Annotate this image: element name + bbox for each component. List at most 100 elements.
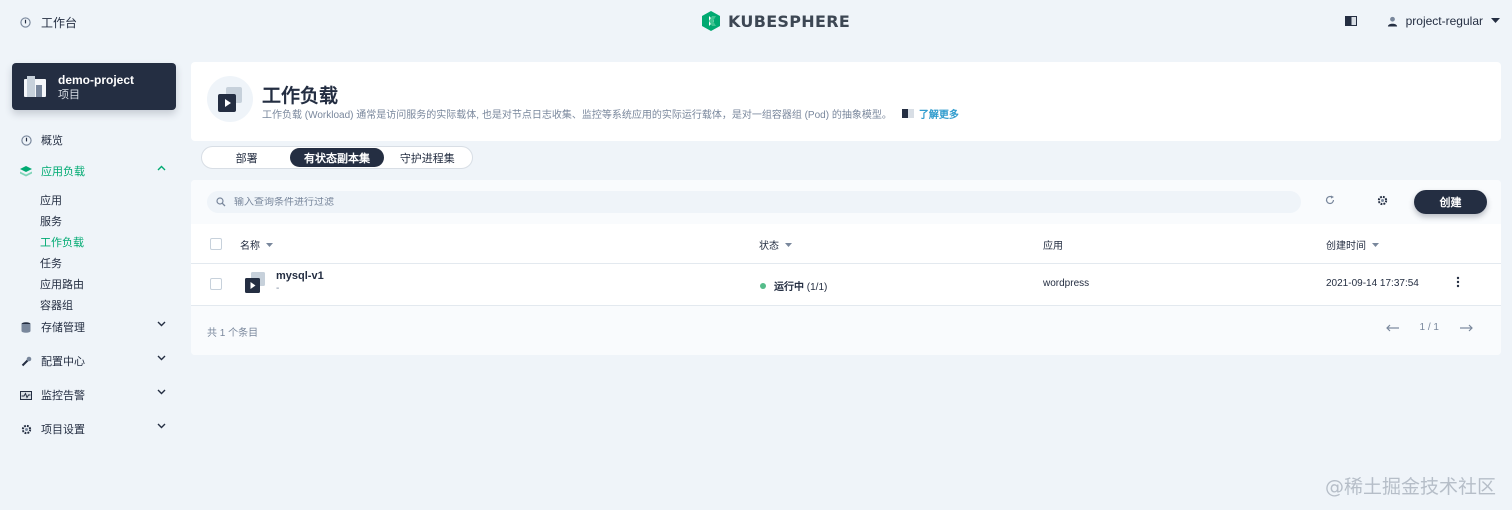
table-header: 名称 状态 应用 创建时间 bbox=[191, 224, 1501, 264]
project-icon bbox=[24, 75, 46, 97]
nav-label-monitoring: 监控告警 bbox=[41, 390, 85, 402]
column-label-status: 状态 bbox=[759, 241, 779, 252]
watermark: @稀土掘金技术社区 bbox=[1324, 476, 1496, 498]
storage-icon bbox=[21, 321, 31, 333]
sidebar-item-routes[interactable]: 应用路由 bbox=[40, 273, 170, 294]
column-label-app: 应用 bbox=[1043, 241, 1063, 252]
book-icon bbox=[901, 109, 914, 118]
toolbox-icon[interactable] bbox=[1344, 16, 1357, 26]
chevron-down-icon bbox=[157, 355, 166, 361]
next-page-button[interactable] bbox=[1459, 324, 1473, 332]
sidebar-subnav: 应用 服务 工作负载 任务 应用路由 容器组 bbox=[20, 189, 170, 315]
workload-type-tabs: 部署 有状态副本集 守护进程集 bbox=[201, 146, 473, 169]
status-badge: 运行中 (1/1) bbox=[760, 278, 827, 293]
search-bar[interactable] bbox=[207, 191, 1301, 213]
nav-item-monitoring[interactable]: 监控告警 bbox=[20, 383, 170, 407]
workload-table-panel: 创建 名称 状态 应用 创建时间 mysql-v1 bbox=[191, 180, 1501, 355]
row-checkbox[interactable] bbox=[210, 278, 222, 290]
workload-name-cell[interactable]: mysql-v1 - bbox=[243, 269, 324, 295]
nav-item-storage[interactable]: 存储管理 bbox=[20, 315, 170, 339]
workload-icon bbox=[245, 272, 265, 293]
nav-item-settings[interactable]: 项目设置 bbox=[20, 417, 170, 441]
learn-more-link[interactable]: 了解更多 bbox=[901, 106, 959, 121]
nav-label-config: 配置中心 bbox=[41, 356, 85, 368]
sidebar-item-pods[interactable]: 容器组 bbox=[40, 294, 170, 315]
kubesphere-logo[interactable]: KUBESPHERE bbox=[700, 10, 850, 32]
column-label-created: 创建时间 bbox=[1326, 241, 1366, 252]
column-header-created[interactable]: 创建时间 bbox=[1326, 237, 1379, 252]
page-description: 工作负载 (Workload) 通常是访问服务的实际载体, 也是对节点日志收集、… bbox=[262, 110, 892, 121]
tab-statefulsets[interactable]: 有状态副本集 bbox=[290, 148, 384, 167]
refresh-icon[interactable] bbox=[1325, 195, 1335, 205]
kubesphere-logo-icon bbox=[702, 11, 720, 31]
column-label-name: 名称 bbox=[240, 241, 260, 252]
pagination: 1 / 1 bbox=[1385, 322, 1473, 333]
chevron-down-icon bbox=[157, 423, 166, 429]
table-footer: 共 1 个条目 1 / 1 bbox=[191, 306, 1501, 355]
tab-daemonsets[interactable]: 守护进程集 bbox=[384, 148, 471, 167]
project-selector[interactable]: demo-project 项目 bbox=[12, 63, 176, 110]
settings-gear-icon[interactable] bbox=[1377, 195, 1388, 206]
column-header-name[interactable]: 名称 bbox=[240, 237, 273, 252]
page-indicator: 1 / 1 bbox=[1419, 322, 1439, 333]
page-header: 工作负载 工作负载 (Workload) 通常是访问服务的实际载体, 也是对节点… bbox=[191, 62, 1501, 141]
nav-item-overview[interactable]: 概览 bbox=[20, 128, 170, 152]
column-header-app: 应用 bbox=[1043, 237, 1063, 252]
page-title: 工作负载 bbox=[262, 86, 339, 107]
top-bar: 工作台 KUBESPHERE project-regular bbox=[0, 0, 1512, 44]
learn-more-label: 了解更多 bbox=[918, 110, 959, 121]
workload-description: - bbox=[276, 283, 280, 294]
nav-label-app-workloads: 应用负载 bbox=[41, 166, 85, 178]
replica-count: (1/1) bbox=[806, 282, 828, 293]
sidebar-nav: 概览 应用负载 应用 服务 工作负载 任务 应用路由 容器组 存储管理 配置中心… bbox=[20, 128, 170, 441]
nav-label-overview: 概览 bbox=[41, 135, 63, 147]
sidebar-item-services[interactable]: 服务 bbox=[40, 210, 170, 231]
total-count: 共 1 个条目 bbox=[207, 328, 259, 339]
app-name: wordpress bbox=[1043, 278, 1090, 289]
user-menu[interactable]: project-regular bbox=[1387, 14, 1500, 28]
sort-caret-icon bbox=[1372, 242, 1379, 247]
workload-icon bbox=[218, 87, 242, 112]
prev-page-button[interactable] bbox=[1385, 324, 1400, 332]
chevron-down-icon bbox=[157, 321, 166, 327]
sidebar-item-workloads[interactable]: 工作负载 bbox=[40, 231, 170, 252]
create-button[interactable]: 创建 bbox=[1414, 190, 1487, 214]
nav-label-settings: 项目设置 bbox=[41, 424, 85, 436]
chevron-up-icon bbox=[157, 165, 166, 171]
arrow-left-icon bbox=[1385, 324, 1399, 331]
sidebar-item-jobs[interactable]: 任务 bbox=[40, 252, 170, 273]
workload-banner-icon bbox=[207, 76, 253, 122]
user-icon bbox=[1387, 16, 1397, 27]
search-input[interactable] bbox=[234, 196, 1234, 208]
search-icon bbox=[216, 197, 226, 207]
brand-name: KUBESPHERE bbox=[728, 11, 851, 31]
created-time: 2021-09-14 17:37:54 bbox=[1326, 278, 1419, 289]
nav-item-app-workloads[interactable]: 应用负载 bbox=[20, 159, 170, 183]
overview-icon bbox=[20, 134, 32, 146]
workspace-link[interactable]: 工作台 bbox=[20, 14, 77, 31]
wrench-icon bbox=[21, 356, 31, 366]
table-row[interactable]: mysql-v1 - 运行中 (1/1) wordpress 2021-09-1… bbox=[191, 264, 1501, 306]
layers-icon bbox=[20, 165, 32, 176]
select-all-checkbox[interactable] bbox=[210, 238, 222, 250]
caret-down-icon bbox=[1491, 18, 1500, 23]
status-text: 运行中 bbox=[774, 282, 804, 293]
nav-label-storage: 存储管理 bbox=[41, 322, 85, 334]
gear-icon bbox=[21, 424, 31, 434]
tab-deployments[interactable]: 部署 bbox=[203, 148, 290, 167]
nav-item-config[interactable]: 配置中心 bbox=[20, 349, 170, 373]
workload-name[interactable]: mysql-v1 bbox=[276, 269, 324, 283]
sort-caret-icon bbox=[785, 242, 792, 247]
status-dot bbox=[760, 282, 766, 289]
more-actions-button[interactable] bbox=[1456, 276, 1460, 288]
more-vertical-icon bbox=[1456, 276, 1460, 288]
column-header-status[interactable]: 状态 bbox=[759, 237, 792, 252]
sidebar-item-apps[interactable]: 应用 bbox=[40, 189, 170, 210]
table-toolbar: 创建 bbox=[191, 180, 1501, 224]
sort-caret-icon bbox=[266, 242, 273, 247]
workspace-label: 工作台 bbox=[41, 16, 78, 30]
monitor-icon bbox=[20, 390, 32, 400]
username: project-regular bbox=[1405, 14, 1483, 28]
dashboard-icon bbox=[20, 17, 31, 28]
project-type: 项目 bbox=[58, 88, 80, 101]
